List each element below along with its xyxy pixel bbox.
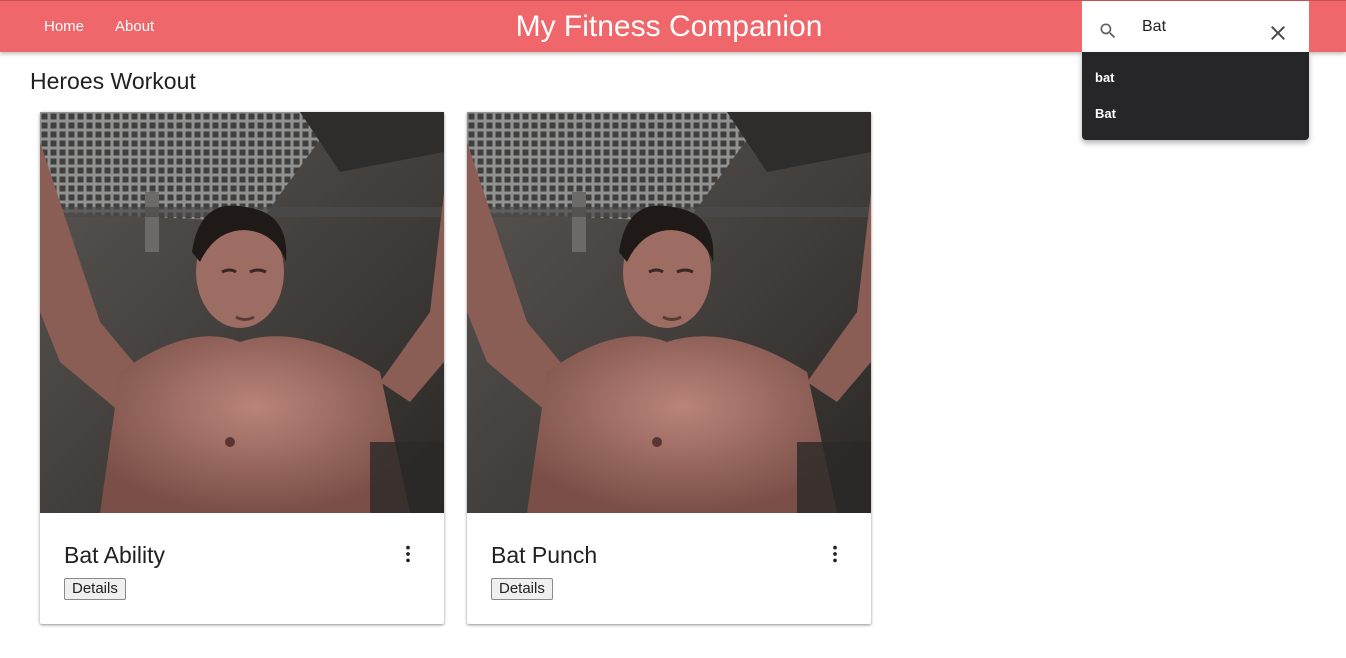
suggestion-item[interactable]: Bat bbox=[1082, 96, 1309, 132]
suggestion-item[interactable]: bat bbox=[1082, 60, 1309, 96]
card-title: Bat Punch bbox=[491, 542, 598, 568]
workout-card: Bat Punch Details bbox=[467, 112, 871, 624]
search-input[interactable] bbox=[1142, 14, 1252, 40]
page-title: Heroes Workout bbox=[30, 68, 196, 94]
details-button[interactable]: Details bbox=[491, 578, 553, 600]
more-vert-icon[interactable] bbox=[397, 543, 419, 565]
search-bar bbox=[1082, 1, 1309, 52]
card-image bbox=[40, 112, 444, 513]
details-button[interactable]: Details bbox=[64, 578, 126, 600]
workout-card: Bat Ability Details bbox=[40, 112, 444, 624]
card-image bbox=[467, 112, 871, 513]
card-title: Bat Ability bbox=[64, 542, 165, 568]
close-icon[interactable] bbox=[1266, 21, 1290, 45]
search-suggestions: bat Bat bbox=[1082, 52, 1309, 140]
more-vert-icon[interactable] bbox=[824, 543, 846, 565]
search-icon bbox=[1100, 23, 1116, 39]
